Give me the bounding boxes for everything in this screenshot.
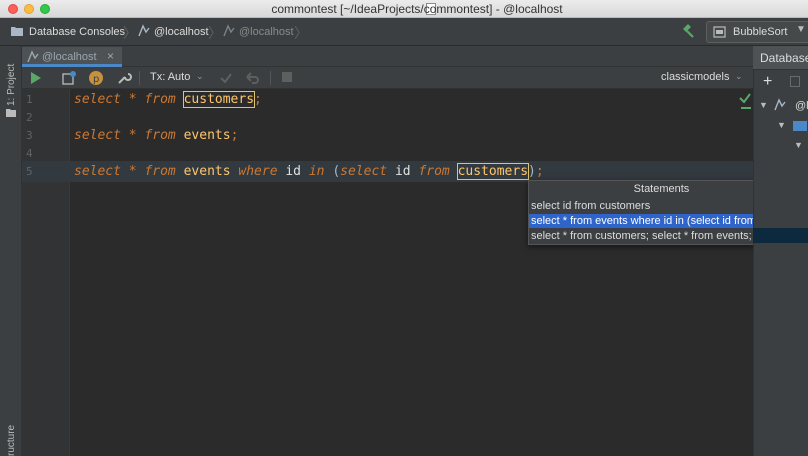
breadcrumb-separator: 〉 (208, 25, 222, 41)
keyword: where (238, 164, 278, 179)
line-number: 2 (26, 111, 33, 124)
close-tab-icon[interactable]: × (107, 49, 114, 63)
editor-tab-bar (22, 46, 753, 67)
semicolon: ; (535, 164, 544, 179)
sql-console-icon (27, 50, 39, 63)
datasource-icon (774, 98, 786, 111)
keyword: from (144, 164, 176, 179)
tree-selected-row[interactable] (753, 228, 808, 243)
keyword: in (308, 164, 325, 179)
breadcrumb-separator: 〉 (294, 25, 308, 41)
window-title: commontest [~/IdeaProjects/commontest] -… (271, 2, 563, 16)
sql-console-icon (223, 24, 235, 37)
parameters-icon[interactable]: p (88, 70, 104, 86)
table-identifier: customers (456, 163, 530, 180)
breadcrumb-console[interactable]: @localhost (154, 26, 209, 38)
keyword: from (418, 164, 450, 179)
column-identifier: id (394, 164, 411, 179)
line-number: 5 (26, 165, 33, 178)
table-identifier: customers (182, 91, 256, 108)
undo-icon[interactable] (246, 71, 260, 85)
keyword: select (74, 92, 121, 107)
operator: * (128, 92, 137, 107)
toolbar-separator (139, 71, 140, 85)
sql-console-icon (138, 24, 150, 37)
chevron-down-icon: ⌄ (735, 71, 743, 81)
code-line-1: select * from customers; (74, 91, 262, 109)
line-number-gutter (22, 89, 70, 456)
project-folder-icon (6, 109, 16, 117)
hammer-icon[interactable] (680, 23, 696, 39)
run-config-label: BubbleSort (733, 26, 788, 38)
chevron-down-icon: ▼ (796, 24, 806, 35)
code-line-3: select * from events; (74, 127, 238, 145)
schema-select[interactable]: classicmodels (661, 71, 729, 83)
operator: * (128, 128, 137, 143)
tree-expand-icon[interactable]: ▼ (759, 100, 768, 110)
editor-tab-label: @localhost (42, 51, 97, 63)
line-number: 3 (26, 129, 33, 142)
scroll-marker (741, 107, 751, 109)
datasource-node[interactable]: @l (795, 100, 808, 112)
structure-tool-window-button[interactable]: ructure (6, 425, 17, 456)
toolbar-separator (270, 71, 271, 85)
tree-expand-icon[interactable]: ▼ (794, 140, 803, 150)
paren: ( (332, 164, 341, 179)
schema-folder-icon (793, 121, 807, 131)
breadcrumb-database-consoles[interactable]: Database Consoles (29, 26, 125, 38)
semicolon: ; (254, 92, 262, 107)
stop-icon[interactable] (282, 72, 292, 82)
semicolon: ; (230, 128, 239, 143)
keyword: select (74, 164, 121, 179)
project-tool-window-button[interactable]: 1: Project (6, 64, 17, 106)
line-number: 1 (26, 93, 33, 106)
keyword: select (340, 164, 388, 179)
table-identifier: events (183, 164, 231, 179)
inspection-ok-icon[interactable] (738, 91, 752, 105)
keyword: from (144, 128, 176, 143)
breadcrumb-separator: 〉 (123, 25, 137, 41)
transaction-mode-select[interactable]: Tx: Auto (150, 71, 190, 83)
code-line-5: select * from events where id in (select… (74, 163, 544, 181)
keyword: from (144, 92, 176, 107)
breadcrumb-file[interactable]: @localhost (239, 26, 294, 38)
line-number: 4 (26, 147, 33, 160)
database-folder-icon (11, 27, 23, 36)
table-identifier: events (183, 128, 231, 143)
column-identifier: id (285, 164, 302, 179)
wrench-icon[interactable] (116, 70, 132, 86)
run-config-icon (713, 26, 726, 38)
database-panel-title: Database (760, 51, 808, 65)
paren: ) (528, 164, 536, 179)
settings-icon[interactable] (62, 71, 76, 85)
svg-text:p: p (93, 74, 99, 85)
keyword: select (74, 128, 121, 143)
tree-expand-icon[interactable]: ▼ (777, 120, 786, 130)
chevron-down-icon: ⌄ (196, 71, 204, 81)
run-icon[interactable] (30, 71, 42, 85)
commit-check-icon[interactable] (219, 71, 233, 85)
copy-icon[interactable] (790, 76, 800, 87)
add-icon[interactable]: + (763, 73, 772, 91)
operator: * (128, 164, 137, 179)
